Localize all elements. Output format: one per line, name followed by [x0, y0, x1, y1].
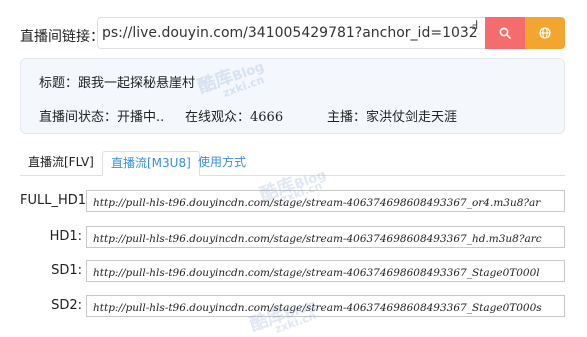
anchor-value: 家洪仗剑走天涯 [366, 110, 458, 125]
stream-field-full-hd1[interactable] [86, 190, 565, 212]
stream-field-sd1[interactable] [86, 260, 565, 282]
anchor-label: 主播： [327, 110, 367, 125]
stream-tabs: 直播流[FLV] 直播流[M3U8] 使用方式 [20, 151, 565, 176]
stream-url-sd1[interactable] [87, 263, 564, 281]
title-value: 跟我一起探秘悬崖村 [78, 76, 196, 91]
globe-icon [539, 27, 551, 39]
search-button[interactable] [485, 17, 525, 49]
room-info-card: 标题：跟我一起探秘悬崖村 直播间状态：开播中.. 在线观众：4666 主播：家洪… [20, 58, 565, 134]
viewers-label: 在线观众： [185, 110, 251, 125]
stream-field-hd1[interactable] [86, 226, 565, 248]
stream-field-sd2[interactable] [86, 295, 565, 317]
input-cursor-icon: Ⅎ [471, 18, 478, 32]
open-web-button[interactable] [525, 17, 565, 49]
stream-url-hd1[interactable] [87, 229, 564, 247]
stream-label-sd1: SD1: [51, 263, 82, 278]
stream-label-hd1: HD1: [49, 229, 82, 244]
anchor-info: 主播：家洪仗剑走天涯 [327, 106, 457, 125]
search-icon [499, 27, 511, 39]
room-status: 直播间状态：开播中.. [39, 106, 164, 125]
viewer-count: 在线观众：4666 [185, 106, 283, 125]
stream-label-full-hd1: FULL_HD1: [20, 193, 91, 208]
viewers-value: 4666 [250, 110, 284, 125]
live-url-input[interactable] [98, 18, 485, 48]
status-value: 开播中.. [117, 110, 165, 125]
stream-label-sd2: SD2: [51, 298, 82, 313]
tab-flv[interactable]: 直播流[FLV] [20, 151, 102, 175]
room-title: 标题：跟我一起探秘悬崖村 [39, 72, 195, 91]
status-label: 直播间状态： [39, 110, 118, 125]
title-label: 标题： [39, 76, 79, 91]
url-field-wrapper[interactable] [97, 17, 485, 49]
tab-usage[interactable]: 使用方式 [190, 151, 254, 175]
stream-url-sd2[interactable] [87, 298, 564, 316]
url-label: 直播间链接： [20, 29, 104, 45]
stream-url-full-hd1[interactable] [87, 193, 564, 211]
tab-m3u8[interactable]: 直播流[M3U8] [102, 151, 200, 176]
